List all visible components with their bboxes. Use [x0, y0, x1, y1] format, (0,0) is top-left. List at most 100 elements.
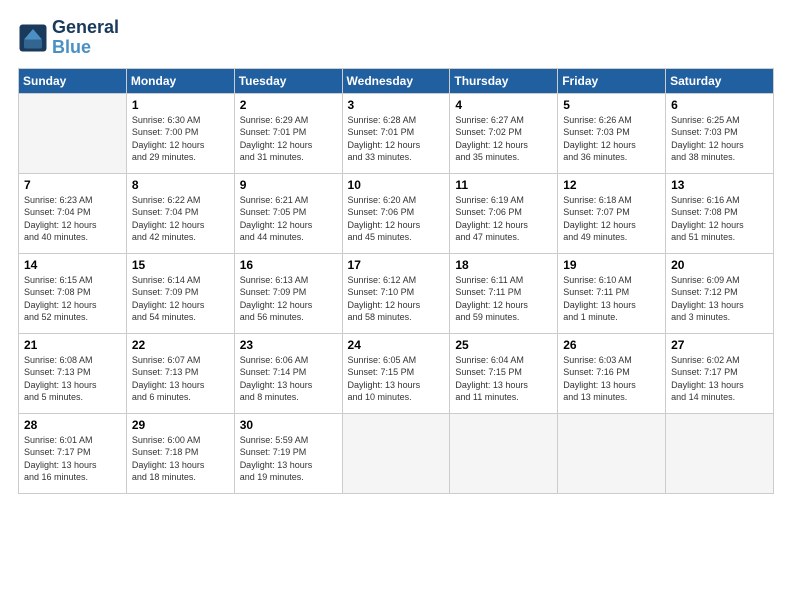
day-info: Sunrise: 6:27 AM Sunset: 7:02 PM Dayligh…: [455, 114, 552, 164]
calendar-cell: 21 Sunrise: 6:08 AM Sunset: 7:13 PM Dayli…: [19, 333, 127, 413]
calendar-cell: 25 Sunrise: 6:04 AM Sunset: 7:15 PM Dayli…: [450, 333, 558, 413]
day-number: 10: [348, 178, 445, 192]
calendar-cell: 4 Sunrise: 6:27 AM Sunset: 7:02 PM Daylig…: [450, 93, 558, 173]
calendar-cell: [450, 413, 558, 493]
day-number: 12: [563, 178, 660, 192]
logo-text: General Blue: [52, 18, 119, 58]
day-info: Sunrise: 6:14 AM Sunset: 7:09 PM Dayligh…: [132, 274, 229, 324]
calendar-cell: [342, 413, 450, 493]
calendar-cell: 27Sunrise: 6:02 AM Sunset: 7:17 PM Dayli…: [666, 333, 774, 413]
day-info: Sunrise: 6:06 AM Sunset: 7:14 PM Dayligh…: [240, 354, 337, 404]
calendar-cell: 8 Sunrise: 6:22 AM Sunset: 7:04 PM Daylig…: [126, 173, 234, 253]
day-number: 18: [455, 258, 552, 272]
day-number: 22: [132, 338, 229, 352]
day-number: 15: [132, 258, 229, 272]
day-number: 5: [563, 98, 660, 112]
calendar-cell: 3 Sunrise: 6:28 AM Sunset: 7:01 PM Daylig…: [342, 93, 450, 173]
day-info: Sunrise: 6:23 AM Sunset: 7:04 PM Dayligh…: [24, 194, 121, 244]
day-number: 26: [563, 338, 660, 352]
header: General Blue: [18, 18, 774, 58]
day-info: Sunrise: 6:10 AM Sunset: 7:11 PM Dayligh…: [563, 274, 660, 324]
calendar-cell: 2 Sunrise: 6:29 AM Sunset: 7:01 PM Daylig…: [234, 93, 342, 173]
calendar-cell: 16Sunrise: 6:13 AM Sunset: 7:09 PM Dayli…: [234, 253, 342, 333]
day-number: 1: [132, 98, 229, 112]
logo-icon: [18, 23, 48, 53]
day-info: Sunrise: 6:26 AM Sunset: 7:03 PM Dayligh…: [563, 114, 660, 164]
weekday-header: Saturday: [666, 68, 774, 93]
day-number: 23: [240, 338, 337, 352]
calendar-cell: 26 Sunrise: 6:03 AM Sunset: 7:16 PM Dayli…: [558, 333, 666, 413]
day-info: Sunrise: 6:03 AM Sunset: 7:16 PM Dayligh…: [563, 354, 660, 404]
day-info: Sunrise: 6:25 AM Sunset: 7:03 PM Dayligh…: [671, 114, 768, 164]
calendar-cell: 29 Sunrise: 6:00 AM Sunset: 7:18 PM Dayli…: [126, 413, 234, 493]
day-info: Sunrise: 5:59 AM Sunset: 7:19 PM Dayligh…: [240, 434, 337, 484]
week-row: 7 Sunrise: 6:23 AM Sunset: 7:04 PM Daylig…: [19, 173, 774, 253]
day-number: 4: [455, 98, 552, 112]
day-info: Sunrise: 6:29 AM Sunset: 7:01 PM Dayligh…: [240, 114, 337, 164]
weekday-header: Monday: [126, 68, 234, 93]
weekday-header: Friday: [558, 68, 666, 93]
day-number: 24: [348, 338, 445, 352]
calendar-cell: 24 Sunrise: 6:05 AM Sunset: 7:15 PM Dayli…: [342, 333, 450, 413]
day-info: Sunrise: 6:01 AM Sunset: 7:17 PM Dayligh…: [24, 434, 121, 484]
day-info: Sunrise: 6:22 AM Sunset: 7:04 PM Dayligh…: [132, 194, 229, 244]
day-number: 19: [563, 258, 660, 272]
day-number: 2: [240, 98, 337, 112]
day-info: Sunrise: 6:28 AM Sunset: 7:01 PM Dayligh…: [348, 114, 445, 164]
calendar-cell: [666, 413, 774, 493]
week-row: 21 Sunrise: 6:08 AM Sunset: 7:13 PM Dayli…: [19, 333, 774, 413]
day-info: Sunrise: 6:20 AM Sunset: 7:06 PM Dayligh…: [348, 194, 445, 244]
day-number: 13: [671, 178, 768, 192]
week-row: 28 Sunrise: 6:01 AM Sunset: 7:17 PM Dayli…: [19, 413, 774, 493]
day-number: 28: [24, 418, 121, 432]
week-row: 14 Sunrise: 6:15 AM Sunset: 7:08 PM Dayli…: [19, 253, 774, 333]
calendar-cell: 15 Sunrise: 6:14 AM Sunset: 7:09 PM Dayli…: [126, 253, 234, 333]
logo: General Blue: [18, 18, 119, 58]
day-number: 3: [348, 98, 445, 112]
calendar-cell: 20 Sunrise: 6:09 AM Sunset: 7:12 PM Dayli…: [666, 253, 774, 333]
day-info: Sunrise: 6:13 AM Sunset: 7:09 PM Dayligh…: [240, 274, 337, 324]
day-number: 30: [240, 418, 337, 432]
calendar-cell: 12Sunrise: 6:18 AM Sunset: 7:07 PM Dayli…: [558, 173, 666, 253]
day-info: Sunrise: 6:00 AM Sunset: 7:18 PM Dayligh…: [132, 434, 229, 484]
day-info: Sunrise: 6:11 AM Sunset: 7:11 PM Dayligh…: [455, 274, 552, 324]
day-info: Sunrise: 6:09 AM Sunset: 7:12 PM Dayligh…: [671, 274, 768, 324]
day-number: 7: [24, 178, 121, 192]
day-info: Sunrise: 6:19 AM Sunset: 7:06 PM Dayligh…: [455, 194, 552, 244]
day-number: 20: [671, 258, 768, 272]
day-number: 25: [455, 338, 552, 352]
calendar-cell: 9Sunrise: 6:21 AM Sunset: 7:05 PM Daylig…: [234, 173, 342, 253]
page: General Blue SundayMondayTuesdayWednesda…: [0, 0, 792, 504]
calendar-cell: 19 Sunrise: 6:10 AM Sunset: 7:11 PM Dayli…: [558, 253, 666, 333]
weekday-header: Wednesday: [342, 68, 450, 93]
day-info: Sunrise: 6:30 AM Sunset: 7:00 PM Dayligh…: [132, 114, 229, 164]
calendar-cell: 11Sunrise: 6:19 AM Sunset: 7:06 PM Dayli…: [450, 173, 558, 253]
day-info: Sunrise: 6:07 AM Sunset: 7:13 PM Dayligh…: [132, 354, 229, 404]
calendar-cell: 17 Sunrise: 6:12 AM Sunset: 7:10 PM Dayli…: [342, 253, 450, 333]
calendar-cell: [558, 413, 666, 493]
calendar-cell: 5 Sunrise: 6:26 AM Sunset: 7:03 PM Daylig…: [558, 93, 666, 173]
day-info: Sunrise: 6:08 AM Sunset: 7:13 PM Dayligh…: [24, 354, 121, 404]
day-number: 21: [24, 338, 121, 352]
day-number: 27: [671, 338, 768, 352]
calendar-cell: 23 Sunrise: 6:06 AM Sunset: 7:14 PM Dayli…: [234, 333, 342, 413]
day-number: 14: [24, 258, 121, 272]
weekday-header: Thursday: [450, 68, 558, 93]
day-info: Sunrise: 6:05 AM Sunset: 7:15 PM Dayligh…: [348, 354, 445, 404]
calendar-cell: 14 Sunrise: 6:15 AM Sunset: 7:08 PM Dayli…: [19, 253, 127, 333]
calendar-cell: 13Sunrise: 6:16 AM Sunset: 7:08 PM Dayli…: [666, 173, 774, 253]
calendar-cell: 30 Sunrise: 5:59 AM Sunset: 7:19 PM Dayli…: [234, 413, 342, 493]
calendar-cell: 7 Sunrise: 6:23 AM Sunset: 7:04 PM Daylig…: [19, 173, 127, 253]
header-row: SundayMondayTuesdayWednesdayThursdayFrid…: [19, 68, 774, 93]
calendar-cell: 10 Sunrise: 6:20 AM Sunset: 7:06 PM Dayli…: [342, 173, 450, 253]
day-info: Sunrise: 6:12 AM Sunset: 7:10 PM Dayligh…: [348, 274, 445, 324]
day-number: 17: [348, 258, 445, 272]
calendar-cell: 1 Sunrise: 6:30 AM Sunset: 7:00 PM Daylig…: [126, 93, 234, 173]
week-row: 1 Sunrise: 6:30 AM Sunset: 7:00 PM Daylig…: [19, 93, 774, 173]
day-info: Sunrise: 6:04 AM Sunset: 7:15 PM Dayligh…: [455, 354, 552, 404]
day-number: 29: [132, 418, 229, 432]
day-number: 8: [132, 178, 229, 192]
calendar-cell: 28 Sunrise: 6:01 AM Sunset: 7:17 PM Dayli…: [19, 413, 127, 493]
day-info: Sunrise: 6:15 AM Sunset: 7:08 PM Dayligh…: [24, 274, 121, 324]
calendar-table: SundayMondayTuesdayWednesdayThursdayFrid…: [18, 68, 774, 494]
